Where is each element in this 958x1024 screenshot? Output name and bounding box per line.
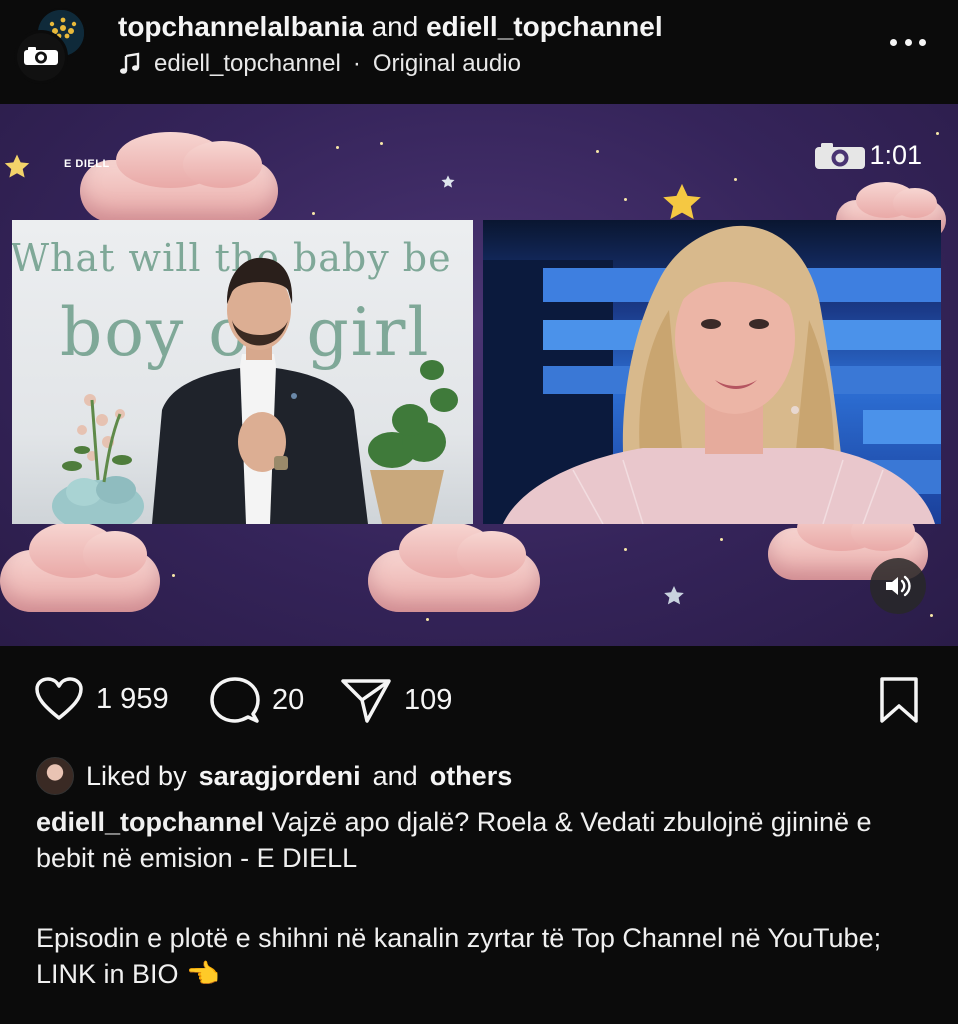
bookmark-icon: [880, 677, 918, 723]
account-link-ediell[interactable]: ediell_topchannel: [426, 11, 663, 42]
header-title: topchannelalbania and ediell_topchannel: [118, 11, 663, 43]
audio-account[interactable]: ediell_topchannel: [154, 50, 341, 78]
more-options-icon[interactable]: [890, 36, 926, 48]
liker-avatar[interactable]: [36, 757, 74, 795]
music-note-icon: [118, 52, 142, 76]
avatar-topchannel[interactable]: [14, 30, 68, 84]
video-timestamp: 1:01: [813, 140, 922, 171]
audio-separator: ·: [352, 50, 361, 77]
cloud-decoration: [80, 132, 278, 222]
liker-username[interactable]: saragjordeni: [199, 761, 361, 792]
caption-text-extra: Episodin e plotë e shihni në kanalin zyr…: [36, 923, 882, 989]
star-decoration-icon: [664, 586, 684, 605]
liked-by-row[interactable]: Liked by saragjordeni and others: [36, 756, 512, 796]
post-header: topchannelalbania and ediell_topchannel …: [0, 0, 958, 104]
collab-avatars[interactable]: [14, 8, 90, 84]
comment-count: 20: [272, 683, 305, 716]
share-count: 109: [404, 683, 453, 716]
caption-author[interactable]: ediell_topchannel: [36, 807, 264, 837]
heart-icon: [35, 677, 83, 720]
action-bar: 1 959 20 109: [0, 646, 958, 756]
paper-plane-icon: [341, 679, 391, 723]
star-decoration-icon: [4, 154, 30, 178]
video-left-panel: What will the baby be boy or girl: [12, 220, 473, 524]
cloud-decoration: [368, 522, 540, 612]
like-count: 1 959: [96, 682, 169, 715]
speaker-icon: [886, 575, 911, 597]
share-button[interactable]: 109: [340, 676, 452, 724]
woman-host-figure: [483, 225, 941, 524]
comment-button[interactable]: 20: [210, 676, 304, 724]
audio-label[interactable]: Original audio: [373, 50, 521, 78]
audio-row[interactable]: ediell_topchannel · Original audio: [118, 50, 521, 78]
liked-by-prefix: Liked by: [86, 760, 187, 791]
brand-tag: E DIELL: [64, 158, 110, 170]
timestamp-text: 1:01: [869, 140, 922, 170]
caption-text: ediell_topchannel Vajzë apo djalë? Roela…: [36, 804, 936, 876]
liked-by-and: and: [372, 760, 418, 791]
sound-toggle-button[interactable]: [870, 558, 926, 614]
liked-by-others[interactable]: others: [430, 761, 513, 792]
and-text: and: [371, 11, 419, 42]
star-decoration-icon: [441, 175, 455, 188]
save-button[interactable]: [878, 676, 920, 724]
video-right-panel: [483, 220, 941, 524]
like-button[interactable]: 1 959: [34, 676, 169, 722]
cloud-decoration: [0, 522, 160, 612]
man-in-suit-figure: [52, 257, 458, 524]
reel-video[interactable]: E DIELL 1:01 What will the baby be boy o…: [0, 104, 958, 646]
caption-area: Liked by saragjordeni and others ediell_…: [0, 756, 958, 1024]
comment-bubble-icon: [210, 677, 260, 723]
top-channel-logo-icon: [815, 142, 866, 169]
account-link-topchannelalbania[interactable]: topchannelalbania: [118, 11, 364, 42]
